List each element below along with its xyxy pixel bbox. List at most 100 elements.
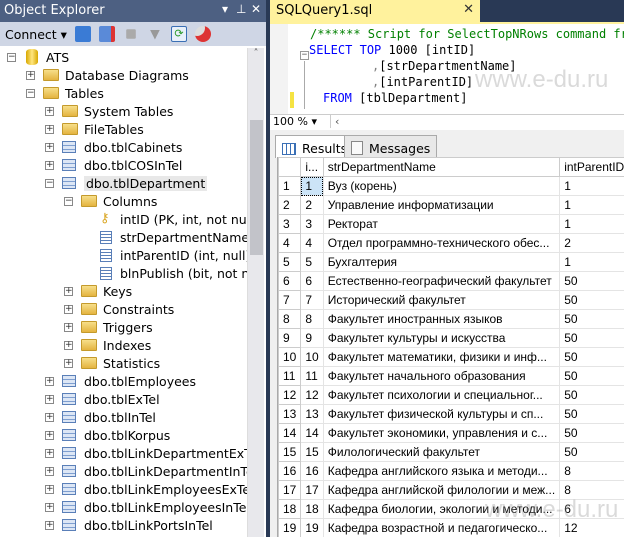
cell-department-name[interactable]: Филологический факультет [322, 442, 561, 462]
filter-icon[interactable]: ▼ [147, 26, 163, 42]
collapse-icon[interactable]: − [300, 51, 309, 60]
pin-icon[interactable]: ⊥ [236, 2, 246, 16]
tree-node[interactable]: blnPublish (bit, not null) [83, 264, 247, 282]
table-row[interactable]: 9 9 Факультет культуры и искусства 50 [278, 328, 624, 348]
expand-icon[interactable]: + [45, 448, 54, 458]
refresh-icon[interactable]: ⟳ [170, 26, 187, 42]
row-number[interactable]: 4 [278, 233, 302, 253]
row-number[interactable]: 11 [278, 366, 302, 386]
cell-intid[interactable]: 9 [300, 328, 324, 348]
stop-icon[interactable] [126, 29, 136, 39]
cell-parent-id[interactable]: 50 [559, 423, 624, 443]
row-number[interactable]: 5 [278, 252, 302, 272]
cell-intid[interactable]: 19 [300, 518, 324, 537]
row-number[interactable]: 3 [278, 214, 302, 234]
table-row[interactable]: 5 5 Бухгалтерия 1 [278, 252, 624, 272]
column-header-name[interactable]: strDepartmentName [322, 157, 561, 177]
row-number[interactable]: 6 [278, 271, 302, 291]
expand-icon[interactable]: + [64, 322, 73, 332]
tree-node[interactable]: + System Tables [45, 102, 173, 120]
row-number[interactable]: 7 [278, 290, 302, 310]
tree-node[interactable]: ⚷ intID (PK, int, not null) [83, 210, 247, 228]
tree-node[interactable]: intParentID (int, null) [83, 246, 247, 264]
tree-node[interactable]: + dbo.tblExTel [45, 390, 160, 408]
expand-icon[interactable]: + [45, 484, 54, 494]
cell-parent-id[interactable]: 50 [559, 328, 624, 348]
connect-server-icon[interactable] [74, 26, 91, 42]
tree-node[interactable]: + dbo.tblCabinets [45, 138, 182, 156]
tree-scrollbar[interactable]: ˄ [247, 48, 264, 537]
expand-icon[interactable]: + [45, 376, 54, 386]
tree-node[interactable]: + dbo.tblLinkEmployeesInTel [45, 498, 247, 516]
cell-intid[interactable]: 13 [300, 404, 324, 424]
close-tab-icon[interactable]: ✕ [463, 2, 474, 17]
cell-intid[interactable]: 5 [300, 252, 324, 272]
tree-node[interactable]: + Indexes [64, 336, 151, 354]
table-row[interactable]: 14 14 Факультет экономики, управления и с.… [278, 423, 624, 443]
cell-department-name[interactable]: Факультет начального образования [322, 366, 561, 386]
row-number[interactable]: 13 [278, 404, 302, 424]
cell-intid[interactable]: 16 [300, 461, 324, 481]
expand-icon[interactable]: + [45, 502, 54, 512]
cell-department-name[interactable]: Ректорат [322, 214, 561, 234]
cell-intid[interactable]: 7 [300, 290, 324, 310]
tree-node[interactable]: + dbo.tblEmployees [45, 372, 196, 390]
cell-parent-id[interactable]: 1 [559, 195, 624, 215]
cell-parent-id[interactable]: 1 [559, 214, 624, 234]
cell-department-name[interactable]: Исторический факультет [322, 290, 561, 310]
cell-department-name[interactable]: Факультет иностранных языков [322, 309, 561, 329]
row-number[interactable]: 14 [278, 423, 302, 443]
tree-node[interactable]: + dbo.tblInTel [45, 408, 156, 426]
table-row[interactable]: 13 13 Факультет физической культуры и сп..… [278, 404, 624, 424]
cell-parent-id[interactable]: 50 [559, 347, 624, 367]
cell-parent-id[interactable]: 2 [559, 233, 624, 253]
row-number[interactable]: 19 [278, 518, 302, 537]
cell-department-name[interactable]: Факультет экономики, управления и с... [322, 423, 561, 443]
collapse-icon[interactable]: − [7, 52, 16, 62]
row-number[interactable]: 1 [278, 176, 302, 196]
close-icon[interactable]: ✕ [251, 2, 261, 16]
connect-button[interactable]: Connect ▾ [5, 27, 67, 42]
tree-node[interactable]: + Keys [64, 282, 132, 300]
cell-department-name[interactable]: Факультет психологии и специальног... [322, 385, 561, 405]
tree-node[interactable]: + Triggers [64, 318, 153, 336]
cell-parent-id[interactable]: 50 [559, 290, 624, 310]
cell-department-name[interactable]: Кафедра английского языка и методи... [322, 461, 561, 481]
expand-icon[interactable]: + [45, 124, 54, 134]
cell-intid[interactable]: 3 [300, 214, 324, 234]
expand-icon[interactable]: + [64, 358, 73, 368]
scroll-left-icon[interactable]: ‹ [330, 115, 343, 128]
cell-intid[interactable]: 4 [300, 233, 324, 253]
cell-department-name[interactable]: Управление информатизации [322, 195, 561, 215]
expand-icon[interactable]: + [64, 286, 73, 296]
expand-icon[interactable]: + [64, 304, 73, 314]
cell-intid[interactable]: 15 [300, 442, 324, 462]
tree-node[interactable]: + dbo.tblKorpus [45, 426, 170, 444]
table-row[interactable]: 1 1 Вуз (корень) 1 [278, 176, 624, 196]
tab-sqlquery1[interactable]: SQLQuery1.sql ✕ [270, 0, 480, 22]
tree-node[interactable]: − ATS [7, 48, 69, 66]
cell-department-name[interactable]: Естественно-географический факультет [322, 271, 561, 291]
column-header-parent[interactable]: intParentID [559, 157, 624, 177]
disconnect-icon[interactable] [98, 26, 115, 42]
collapse-icon[interactable]: − [64, 196, 73, 206]
tab-results[interactable]: Results [275, 135, 355, 158]
tree-node[interactable]: + dbo.tblLinkDepartmentExTel [45, 444, 247, 462]
cell-parent-id[interactable]: 50 [559, 309, 624, 329]
row-number[interactable]: 16 [278, 461, 302, 481]
table-row[interactable]: 11 11 Факультет начального образования 50 [278, 366, 624, 386]
table-row[interactable]: 12 12 Факультет психологии и специальног..… [278, 385, 624, 405]
cell-intid[interactable]: 17 [300, 480, 324, 500]
tree-node[interactable]: + Constraints [64, 300, 174, 318]
cell-intid[interactable]: 8 [300, 309, 324, 329]
cell-department-name[interactable]: Бухгалтерия [322, 252, 561, 272]
table-row[interactable]: 16 16 Кафедра английского языка и методи..… [278, 461, 624, 481]
table-row[interactable]: 8 8 Факультет иностранных языков 50 [278, 309, 624, 329]
expand-icon[interactable]: + [45, 520, 54, 530]
tree-node[interactable]: + Database Diagrams [26, 66, 189, 84]
row-number[interactable]: 2 [278, 195, 302, 215]
row-number[interactable]: 17 [278, 480, 302, 500]
cell-department-name[interactable]: Факультет математики, физики и инф... [322, 347, 561, 367]
row-number[interactable]: 15 [278, 442, 302, 462]
cell-parent-id[interactable]: 50 [559, 271, 624, 291]
